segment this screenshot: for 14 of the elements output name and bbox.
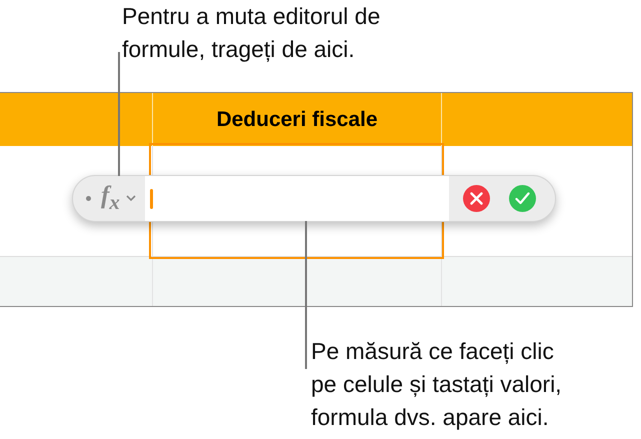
selected-cell[interactable] xyxy=(152,146,441,256)
close-icon xyxy=(470,192,483,205)
formula-field[interactable] xyxy=(144,176,449,221)
accept-button[interactable] xyxy=(509,185,536,212)
callout-text: Pe măsură ce faceți clic pe celule și tastați valori, formula dvs. apare aici. xyxy=(311,337,562,432)
formula-editor[interactable]: f$_{x}$ xyxy=(72,175,556,222)
text-cursor-icon xyxy=(150,188,153,208)
column-header: Deduceri fiscale xyxy=(216,108,378,132)
cancel-button[interactable] xyxy=(463,185,490,212)
drag-handle-icon[interactable] xyxy=(86,196,91,201)
function-label[interactable]: f$_{x}$ xyxy=(101,182,120,215)
chevron-icon[interactable] xyxy=(126,195,136,202)
callout-text: Pentru a muta editorul de formule, trageți de aici. xyxy=(122,2,380,64)
checkmark-icon xyxy=(515,192,530,205)
